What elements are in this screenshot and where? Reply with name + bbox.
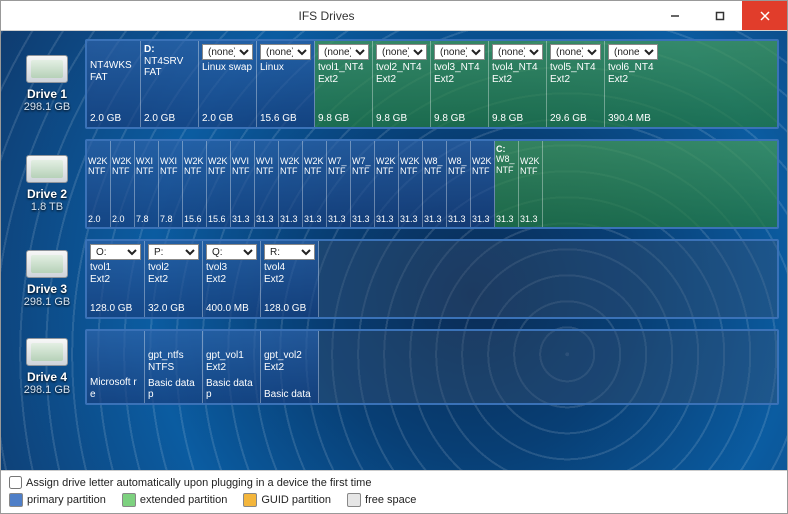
drive-label: Drive 1 298.1 GB: [9, 39, 85, 129]
drive-letter-select[interactable]: (none): [550, 44, 601, 60]
swatch-icon: [347, 493, 361, 507]
drive-letter-select[interactable]: (none): [318, 44, 369, 60]
drive-letter-select[interactable]: (none): [260, 44, 311, 60]
drive-row-4: Drive 4 298.1 GB Microsoft re gpt_ntfs N…: [9, 329, 779, 405]
partition[interactable]: C:W8_NTF31.3: [495, 141, 519, 227]
drive-letter-select[interactable]: R:: [264, 244, 315, 260]
partition[interactable]: (none) Linux swap 2.0 GB: [199, 41, 257, 127]
partition[interactable]: gpt_ntfs NTFS Basic data p: [145, 331, 203, 403]
drive-letter-select[interactable]: (none): [202, 44, 253, 60]
partition[interactable]: gpt_vol2 Ext2 Basic data: [261, 331, 319, 403]
partition[interactable]: (none) tvol1_NT4 Ext2 9.8 GB: [315, 41, 373, 127]
hdd-icon: [26, 55, 68, 83]
drive-letter-select[interactable]: (none): [608, 44, 658, 60]
legend-free: free space: [347, 493, 416, 507]
minimize-button[interactable]: [652, 1, 697, 30]
partition[interactable]: O: tvol1 Ext2 128.0 GB: [87, 241, 145, 317]
partition[interactable]: W2KNTF2.0: [87, 141, 111, 227]
drive1-partitions: NT4WKS FAT 2.0 GB D: NT4SRV FAT 2.0 GB (…: [85, 39, 779, 129]
partition[interactable]: W2KNTF31.3: [303, 141, 327, 227]
partition[interactable]: WVINTF31.3: [255, 141, 279, 227]
close-button[interactable]: [742, 1, 787, 30]
window-buttons: [652, 1, 787, 30]
drive-letter-select[interactable]: O:: [90, 244, 141, 260]
partition[interactable]: W2KNTF31.3: [279, 141, 303, 227]
footer: Assign drive letter automatically upon p…: [1, 470, 787, 513]
free-space: [319, 241, 777, 317]
drive-name: Drive 3: [27, 282, 67, 296]
partition[interactable]: (none) tvol3_NT4 Ext2 9.8 GB: [431, 41, 489, 127]
drive-letter-select[interactable]: (none): [434, 44, 485, 60]
auto-assign-checkbox[interactable]: [9, 476, 22, 489]
partition[interactable]: W2KNTF15.6: [183, 141, 207, 227]
content-area: Drive 1 298.1 GB NT4WKS FAT 2.0 GB D: NT…: [1, 31, 787, 470]
drive-size: 298.1 GB: [24, 296, 70, 308]
free-space: [319, 331, 777, 403]
partition[interactable]: Q: tvol3 Ext2 400.0 MB: [203, 241, 261, 317]
hdd-icon: [26, 250, 68, 278]
drive-label: Drive 3 298.1 GB: [9, 239, 85, 319]
swatch-icon: [122, 493, 136, 507]
drive-size: 298.1 GB: [24, 101, 70, 113]
drive-letter-select[interactable]: P:: [148, 244, 199, 260]
partition[interactable]: W8_NTF31.3: [423, 141, 447, 227]
drive4-partitions: Microsoft re gpt_ntfs NTFS Basic data p …: [85, 329, 779, 405]
partition[interactable]: W2KNTF2.0: [111, 141, 135, 227]
drive-size: 298.1 GB: [24, 384, 70, 396]
drive-letter-select[interactable]: (none): [492, 44, 543, 60]
partition[interactable]: (none) Linux 15.6 GB: [257, 41, 315, 127]
swatch-icon: [243, 493, 257, 507]
hdd-icon: [26, 338, 68, 366]
partition[interactable]: (none) tvol4_NT4 Ext2 9.8 GB: [489, 41, 547, 127]
drive-name: Drive 1: [27, 87, 67, 101]
auto-assign-label: Assign drive letter automatically upon p…: [26, 477, 371, 489]
window-title: IFS Drives: [1, 9, 652, 23]
partition[interactable]: W7_NTF31.3: [351, 141, 375, 227]
drive3-partitions: O: tvol1 Ext2 128.0 GB P: tvol2 Ext2 32.…: [85, 239, 779, 319]
legend-extended: extended partition: [122, 493, 227, 507]
partition[interactable]: P: tvol2 Ext2 32.0 GB: [145, 241, 203, 317]
drive-name: Drive 4: [27, 370, 67, 384]
partition[interactable]: (none) tvol5_NT4 Ext2 29.6 GB: [547, 41, 605, 127]
partition[interactable]: (none) tvol6_NT4 Ext2 390.4 MB: [605, 41, 777, 127]
partition[interactable]: W8_NTF31.3: [447, 141, 471, 227]
drive-letter-select[interactable]: (none): [376, 44, 427, 60]
hdd-icon: [26, 155, 68, 183]
partition[interactable]: W2KNTF31.3: [471, 141, 495, 227]
drive-label: Drive 4 298.1 GB: [9, 329, 85, 405]
drive-name: Drive 2: [27, 187, 67, 201]
partition[interactable]: WXINTF7.8: [159, 141, 183, 227]
partition[interactable]: D: NT4SRV FAT 2.0 GB: [141, 41, 199, 127]
legend-primary: primary partition: [9, 493, 106, 507]
drive-list: Drive 1 298.1 GB NT4WKS FAT 2.0 GB D: NT…: [9, 39, 779, 405]
partition[interactable]: W2KNTF15.6: [207, 141, 231, 227]
partition[interactable]: W2KNTF31.3: [399, 141, 423, 227]
app-window: IFS Drives Drive 1 298.1 GB NT4WKS: [0, 0, 788, 514]
drive-row-3: Drive 3 298.1 GB O: tvol1 Ext2 128.0 GB …: [9, 239, 779, 319]
partition[interactable]: gpt_vol1 Ext2 Basic data p: [203, 331, 261, 403]
legend-guid: GUID partition: [243, 493, 331, 507]
drive-size: 1.8 TB: [31, 201, 63, 213]
partition[interactable]: (none) tvol2_NT4 Ext2 9.8 GB: [373, 41, 431, 127]
free-space-extended: [543, 141, 777, 227]
swatch-icon: [9, 493, 23, 507]
drive-letter-select[interactable]: Q:: [206, 244, 257, 260]
partition[interactable]: Microsoft re: [87, 331, 145, 403]
maximize-button[interactable]: [697, 1, 742, 30]
partition[interactable]: W2KNTF31.3: [519, 141, 543, 227]
drive-label: Drive 2 1.8 TB: [9, 139, 85, 229]
drive-row-2: Drive 2 1.8 TB W2KNTF2.0W2KNTF2.0WXINTF7…: [9, 139, 779, 229]
partition[interactable]: NT4WKS FAT 2.0 GB: [87, 41, 141, 127]
partition[interactable]: R: tvol4 Ext2 128.0 GB: [261, 241, 319, 317]
partition[interactable]: W7_NTF31.3: [327, 141, 351, 227]
partition[interactable]: WXINTF7.8: [135, 141, 159, 227]
drive-row-1: Drive 1 298.1 GB NT4WKS FAT 2.0 GB D: NT…: [9, 39, 779, 129]
titlebar: IFS Drives: [1, 1, 787, 31]
drive2-partitions: W2KNTF2.0W2KNTF2.0WXINTF7.8WXINTF7.8W2KN…: [85, 139, 779, 229]
partition[interactable]: WVINTF31.3: [231, 141, 255, 227]
partition[interactable]: W2KNTF31.3: [375, 141, 399, 227]
